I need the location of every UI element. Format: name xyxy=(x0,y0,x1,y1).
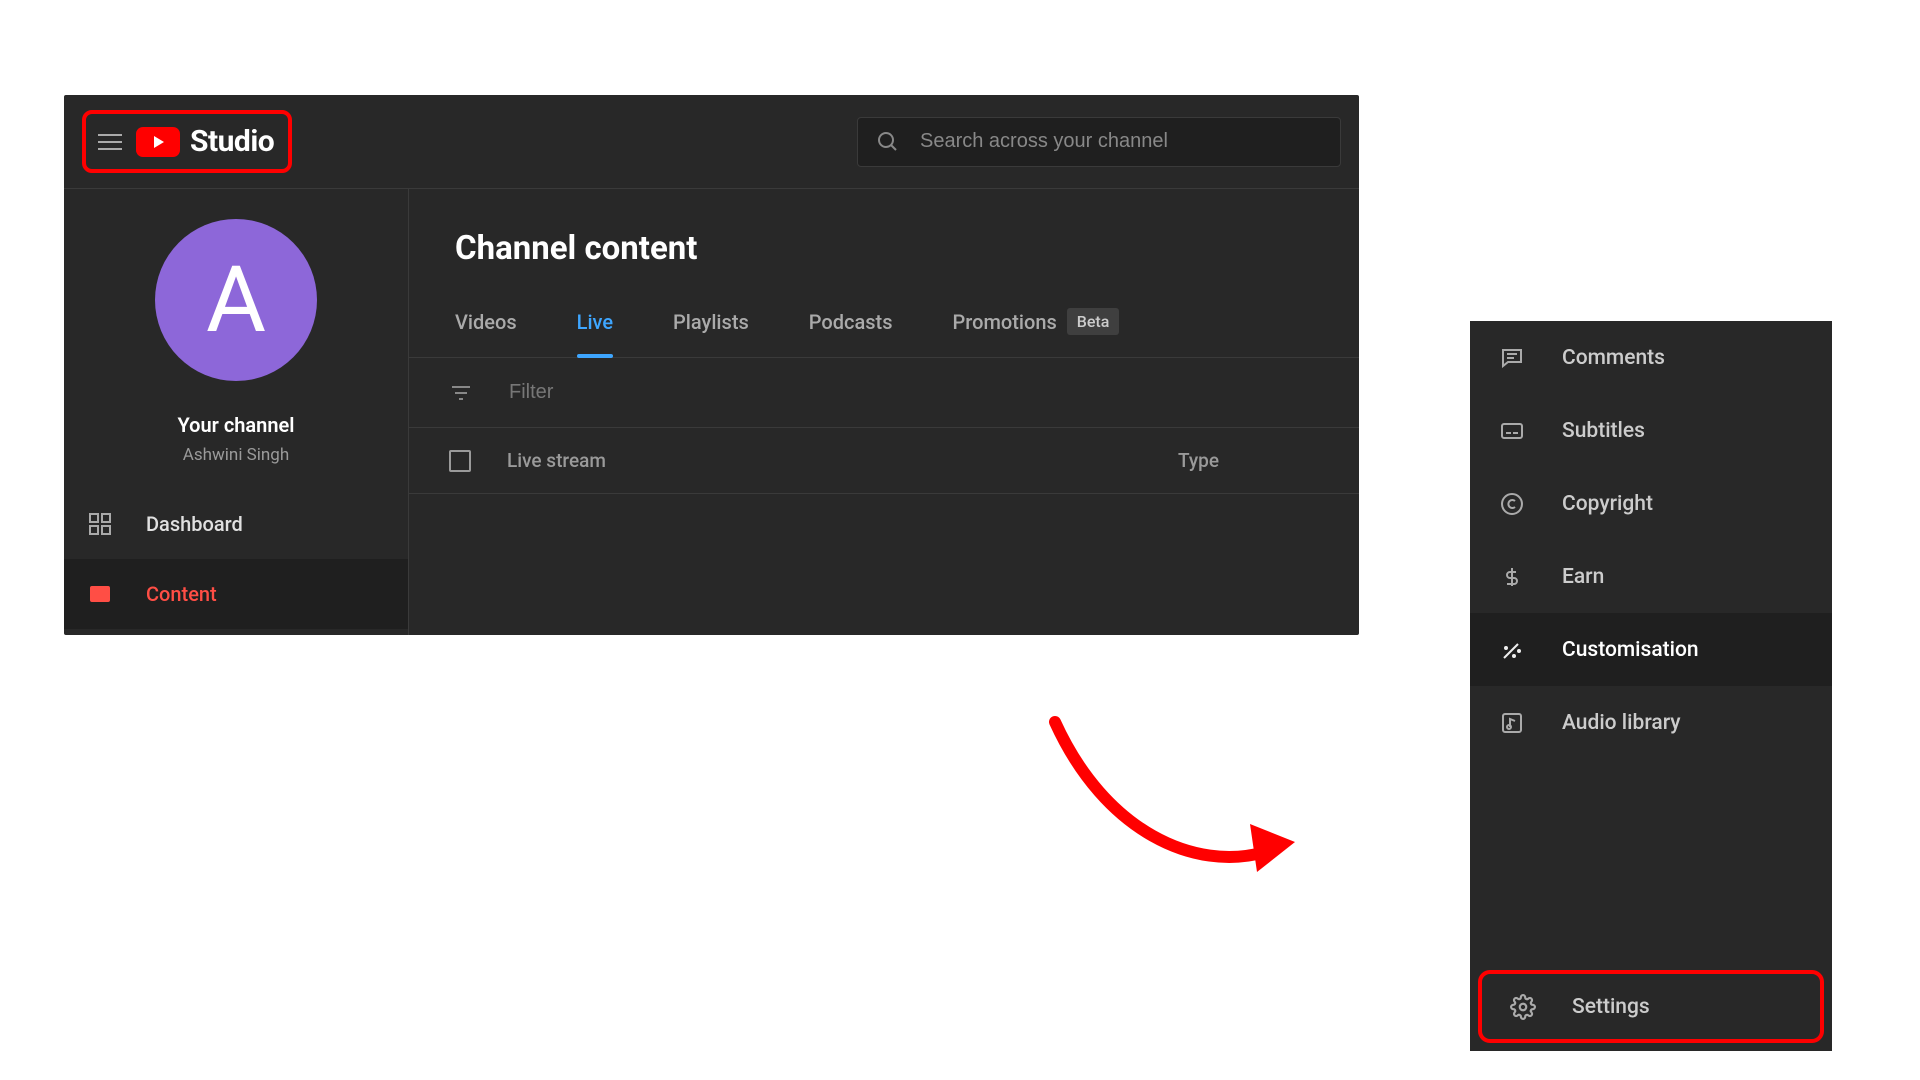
comments-icon xyxy=(1498,346,1526,370)
tabs: Videos Live Playlists Podcasts Promotion… xyxy=(409,292,1359,358)
sidebar-item-earn[interactable]: Earn xyxy=(1470,540,1832,613)
customisation-icon xyxy=(1498,638,1526,662)
sidebar-item-label: Copyright xyxy=(1562,492,1653,516)
earn-icon xyxy=(1498,565,1526,589)
sidebar-item-settings[interactable]: Settings xyxy=(1478,970,1824,1043)
column-live-stream: Live stream xyxy=(507,449,606,472)
filter-icon[interactable] xyxy=(449,381,473,405)
dashboard-icon xyxy=(86,512,114,536)
sidebar-item-audio-library[interactable]: Audio library xyxy=(1470,686,1832,759)
sidebar-item-label: Comments xyxy=(1562,346,1665,370)
select-all-checkbox[interactable] xyxy=(449,450,471,472)
column-type: Type xyxy=(1178,449,1219,472)
main-content: Channel content Videos Live Playlists Po… xyxy=(409,189,1359,635)
top-bar: Studio xyxy=(64,95,1359,189)
left-sidebar: A Your channel Ashwini Singh Dashboard xyxy=(64,189,409,635)
sidebar-item-label: Audio library xyxy=(1562,711,1681,735)
annotation-arrow xyxy=(1045,712,1305,912)
avatar[interactable]: A xyxy=(155,219,317,381)
sidebar-item-content[interactable]: Content xyxy=(64,559,408,629)
page-title: Channel content xyxy=(409,189,1359,292)
content-icon xyxy=(86,582,114,606)
tab-playlists[interactable]: Playlists xyxy=(673,292,749,357)
studio-body: A Your channel Ashwini Singh Dashboard xyxy=(64,189,1359,635)
tab-live[interactable]: Live xyxy=(577,292,613,357)
tab-label: Promotions xyxy=(953,310,1057,334)
search-input[interactable] xyxy=(920,130,1322,153)
sidebar-item-label: Settings xyxy=(1572,995,1650,1019)
sidebar-item-comments[interactable]: Comments xyxy=(1470,321,1832,394)
hamburger-icon[interactable] xyxy=(94,130,126,154)
filter-row xyxy=(409,358,1359,428)
search-bar[interactable] xyxy=(857,117,1341,167)
sidebar-item-label: Subtitles xyxy=(1562,419,1645,443)
filter-input[interactable] xyxy=(509,381,1319,404)
sidebar-item-label: Content xyxy=(146,582,217,606)
sidebar-item-label: Customisation xyxy=(1562,638,1699,662)
sidebar-item-dashboard[interactable]: Dashboard xyxy=(64,489,408,559)
beta-badge: Beta xyxy=(1067,308,1120,335)
sidebar-item-copyright[interactable]: Copyright xyxy=(1470,467,1832,540)
channel-block: A Your channel Ashwini Singh xyxy=(64,189,408,489)
tab-podcasts[interactable]: Podcasts xyxy=(809,292,893,357)
tab-promotions[interactable]: Promotions Beta xyxy=(953,292,1120,357)
gear-icon xyxy=(1510,994,1536,1020)
copyright-icon xyxy=(1498,492,1526,516)
studio-window: Studio A Your channel Ashwini Singh xyxy=(64,95,1359,635)
sidebar-item-subtitles[interactable]: Subtitles xyxy=(1470,394,1832,467)
sidebar-snippet: Comments Subtitles Copyright Earn xyxy=(1470,321,1832,1051)
table-header-row: Live stream Type xyxy=(409,428,1359,494)
your-channel-label: Your channel xyxy=(178,413,295,437)
spacer xyxy=(1470,759,1832,970)
sidebar-item-label: Dashboard xyxy=(146,512,243,536)
channel-name: Ashwini Singh xyxy=(183,445,289,465)
studio-wordmark: Studio xyxy=(190,124,274,159)
logo-highlight-box: Studio xyxy=(82,110,292,173)
search-icon xyxy=(876,130,900,154)
tab-videos[interactable]: Videos xyxy=(455,292,517,357)
audio-library-icon xyxy=(1498,711,1526,735)
sidebar-item-customisation[interactable]: Customisation xyxy=(1470,613,1832,686)
sidebar-item-label: Earn xyxy=(1562,565,1604,589)
subtitles-icon xyxy=(1498,419,1526,443)
youtube-logo-icon[interactable] xyxy=(136,127,180,157)
